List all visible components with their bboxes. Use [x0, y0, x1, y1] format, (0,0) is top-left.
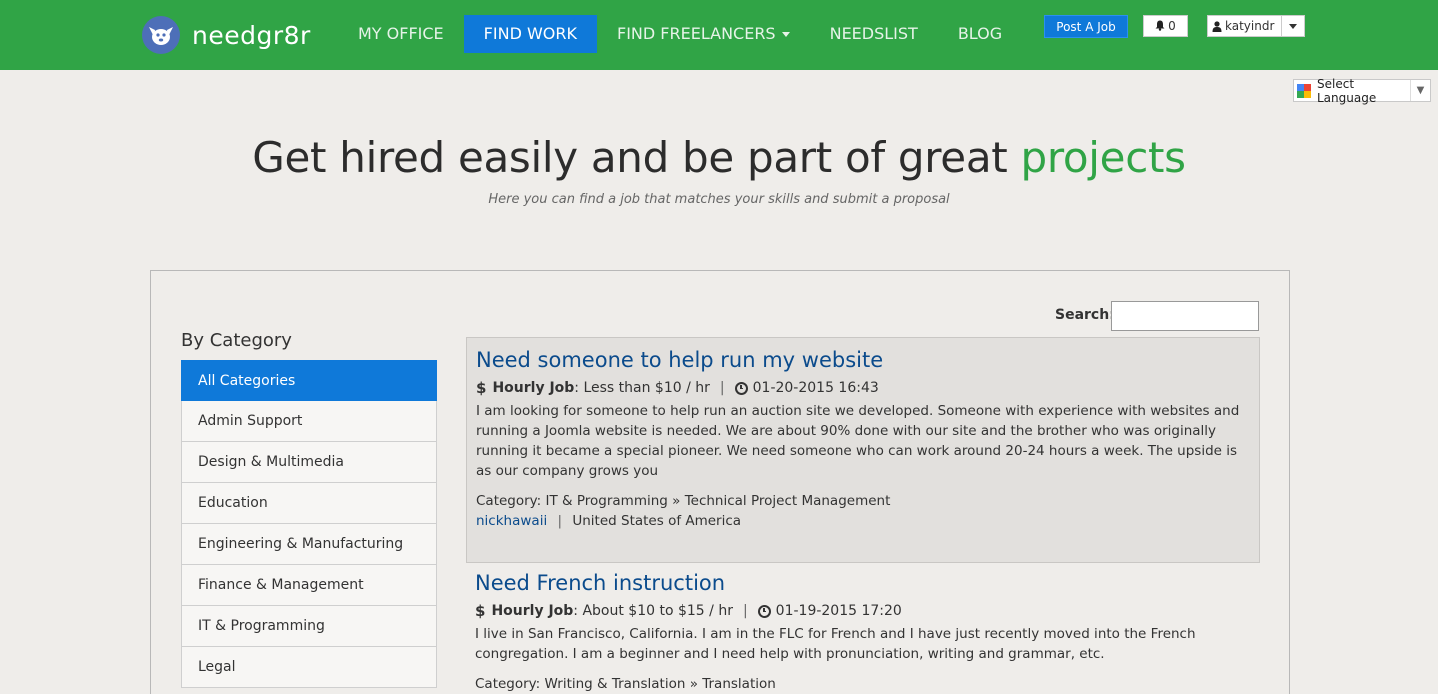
dog-logo-icon — [142, 16, 180, 54]
user-menu-toggle[interactable] — [1280, 16, 1305, 36]
job-type: Hourly Job — [491, 603, 574, 619]
top-navbar: needgr8r MY OFFICE FIND WORK FIND FREELA… — [0, 0, 1438, 70]
job-date: 01-20-2015 16:43 — [752, 380, 879, 396]
job-rate: : About $10 to $15 / hr — [573, 603, 733, 619]
language-select-label: Select Language — [1317, 76, 1377, 105]
job-date: 01-19-2015 17:20 — [775, 603, 902, 619]
nav-needslist[interactable]: NEEDSLIST — [810, 15, 938, 53]
category-list: All Categories Admin Support Design & Mu… — [181, 360, 437, 688]
job-listing: Need French instruction $ Hourly Job: Ab… — [466, 563, 1260, 694]
search-label: Search: — [1055, 307, 1115, 323]
user-icon — [1212, 20, 1222, 32]
meta-separator: | — [719, 380, 725, 396]
page-subtitle: Here you can find a job that matches you… — [488, 192, 950, 207]
job-list: Need someone to help run my website $ Ho… — [466, 337, 1260, 694]
job-title-link[interactable]: Need someone to help run my website — [476, 346, 1251, 374]
chevron-down-icon — [781, 32, 790, 37]
main-nav: MY OFFICE FIND WORK FIND FREELANCERS NEE… — [338, 15, 1022, 53]
page-title-accent: projects — [1020, 133, 1186, 182]
job-category: Category: IT & Programming » Technical P… — [476, 493, 891, 509]
nav-find-work[interactable]: FIND WORK — [463, 15, 597, 53]
jobs-panel: Search: By Category All Categories Admin… — [150, 270, 1290, 694]
notifications-count: 0 — [1168, 19, 1176, 33]
job-category: Category: Writing & Translation » Transl… — [475, 676, 776, 692]
nav-blog[interactable]: BLOG — [938, 15, 1022, 53]
nav-my-office[interactable]: MY OFFICE — [338, 15, 464, 53]
meta-separator: | — [742, 603, 748, 619]
job-country: United States of America — [572, 513, 742, 529]
job-meta: $ Hourly Job: About $10 to $15 / hr | 01… — [475, 602, 1252, 620]
category-it-programming[interactable]: IT & Programming — [181, 606, 437, 647]
user-name-button[interactable]: katyindr — [1208, 16, 1281, 36]
category-design-multimedia[interactable]: Design & Multimedia — [181, 442, 437, 483]
job-listing: Need someone to help run my website $ Ho… — [466, 337, 1260, 563]
job-rate: : Less than $10 / hr — [574, 380, 710, 396]
category-education[interactable]: Education — [181, 483, 437, 524]
chevron-down-icon — [1288, 23, 1297, 29]
nav-find-freelancers-label: FIND FREELANCERS — [617, 24, 776, 43]
category-admin-support[interactable]: Admin Support — [181, 401, 437, 442]
logo[interactable]: needgr8r — [142, 16, 311, 54]
category-heading: By Category — [181, 330, 292, 351]
page-title: Get hired easily and be part of great pr… — [0, 133, 1438, 182]
user-menu[interactable]: katyindr — [1207, 15, 1305, 37]
page-title-main: Get hired easily and be part of great — [252, 133, 1021, 182]
dropdown-arrow-icon: ▼ — [1410, 80, 1430, 101]
category-all[interactable]: All Categories — [181, 360, 437, 401]
post-a-job-button[interactable]: Post A Job — [1044, 15, 1128, 38]
job-footer: nickhawaii | United States of America — [476, 511, 1251, 531]
footer-separator: | — [557, 513, 563, 529]
logo-text: needgr8r — [192, 20, 311, 50]
job-type: Hourly Job — [492, 380, 575, 396]
clock-icon — [734, 381, 748, 395]
dollar-icon: $ — [475, 602, 486, 620]
google-translate-icon — [1297, 83, 1311, 98]
job-description: I am looking for someone to help run an … — [476, 403, 1240, 479]
job-description: I live in San Francisco, California. I a… — [475, 626, 1196, 662]
job-owner-link[interactable]: nickhawaii — [476, 513, 547, 529]
job-title-link[interactable]: Need French instruction — [475, 569, 1252, 597]
category-finance-management[interactable]: Finance & Management — [181, 565, 437, 606]
bell-icon — [1155, 20, 1165, 31]
nav-find-freelancers[interactable]: FIND FREELANCERS — [597, 15, 810, 53]
language-select[interactable]: Select Language ▼ — [1293, 76, 1431, 105]
username: katyindr — [1225, 19, 1275, 33]
category-engineering-manufacturing[interactable]: Engineering & Manufacturing — [181, 524, 437, 565]
clock-icon — [757, 604, 771, 618]
category-legal[interactable]: Legal — [181, 647, 437, 688]
notifications-button[interactable]: 0 — [1143, 15, 1188, 37]
job-meta: $ Hourly Job: Less than $10 / hr | 01-20… — [476, 379, 1251, 397]
search-input[interactable] — [1111, 301, 1259, 331]
dollar-icon: $ — [476, 379, 487, 397]
